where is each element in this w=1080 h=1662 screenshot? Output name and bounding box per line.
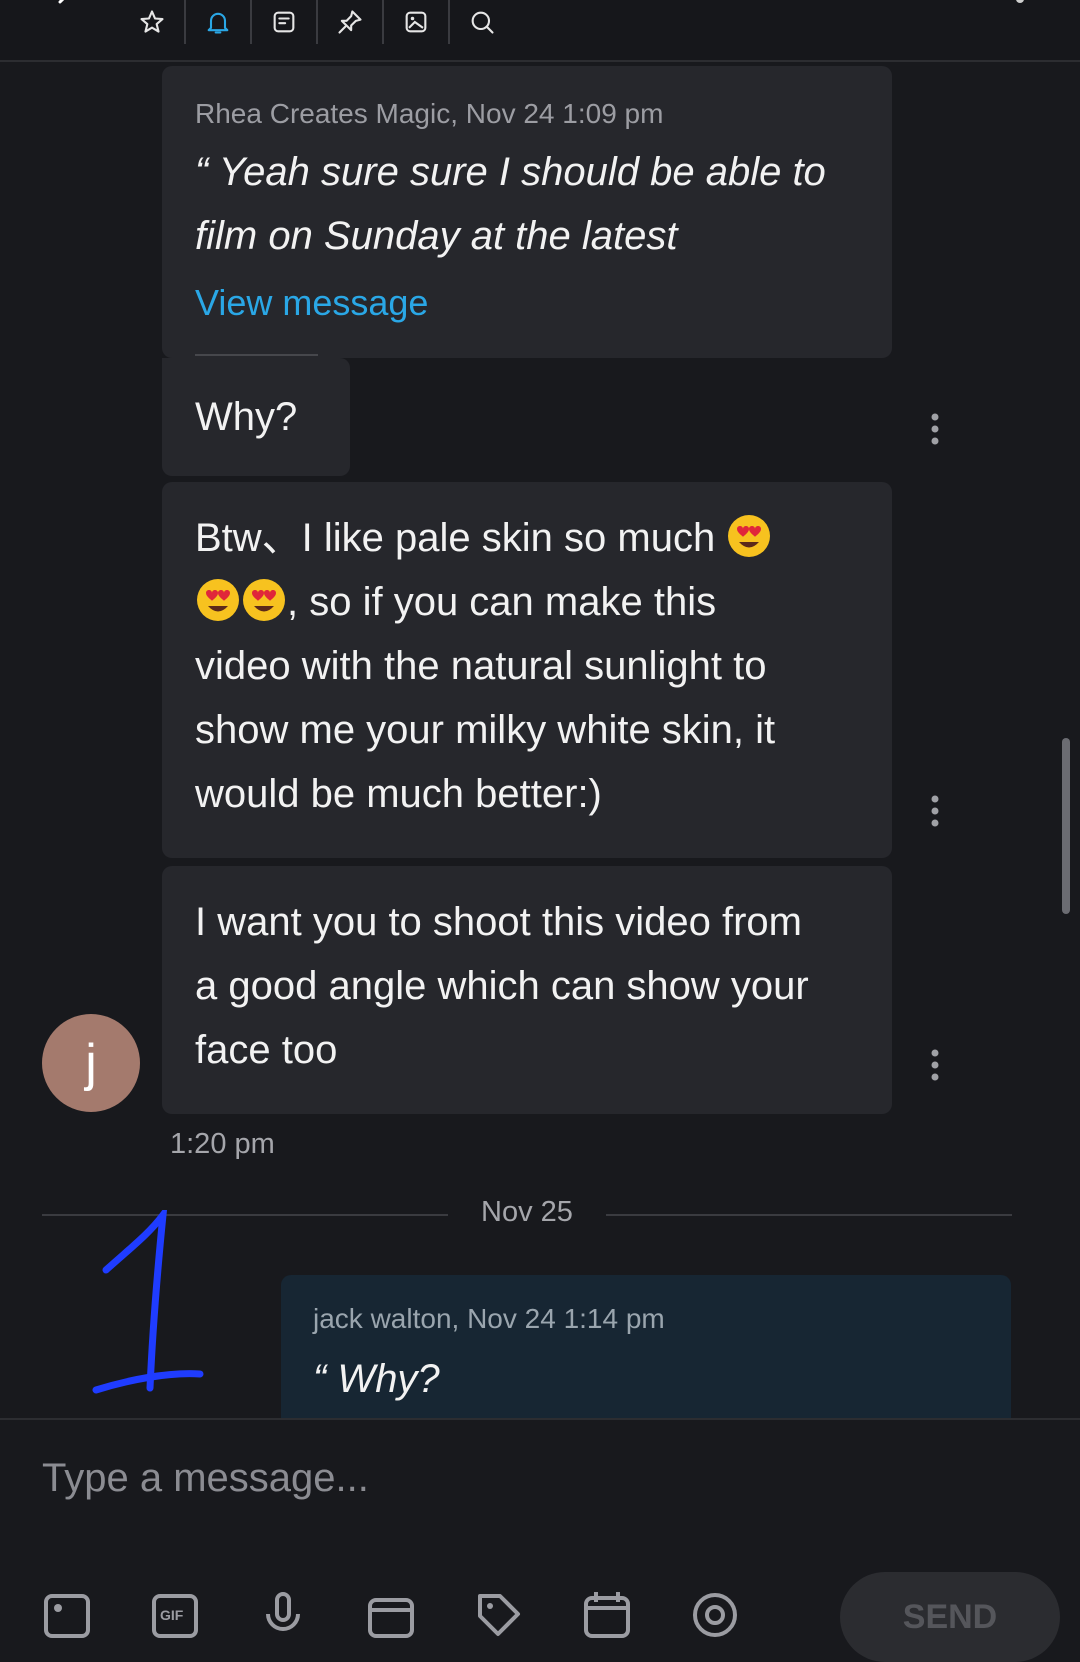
message-text-line: face too: [195, 1028, 338, 1072]
date-divider-line: [606, 1214, 1012, 1216]
heart-eyes-emoji-icon: [728, 515, 771, 557]
message-text-fragment: , so if you can make this: [287, 580, 717, 624]
notifications-button[interactable]: [186, 0, 252, 44]
message-text-line: video with the natural sunlight to: [195, 644, 767, 688]
pin-icon: [338, 10, 362, 34]
message-options-icon[interactable]: [930, 1048, 940, 1082]
own-quoted-message-bubble[interactable]: jack walton, Nov 24 1:14 pm “ Why?: [281, 1275, 1011, 1425]
svg-text:GIF: GIF: [160, 1607, 184, 1623]
pin-button[interactable]: [318, 0, 384, 44]
more-icon[interactable]: [1014, 0, 1026, 10]
compose-actions: GIF: [42, 1590, 740, 1640]
date-divider-label: Nov 25: [481, 1196, 573, 1228]
back-icon[interactable]: [54, 0, 78, 14]
conversation-toolbar: [0, 0, 1080, 62]
search-button[interactable]: [450, 0, 514, 44]
image-icon: [405, 11, 427, 33]
quote-text-line: “ Yeah sure sure I should be able to: [195, 150, 826, 194]
tag-icon[interactable]: [474, 1590, 524, 1640]
notes-icon: [273, 11, 295, 33]
calendar-icon[interactable]: [582, 1590, 632, 1640]
handwritten-number-annotation: [92, 1210, 204, 1394]
message-text-line: I want you to shoot this video from: [195, 900, 802, 944]
at-icon[interactable]: [690, 1590, 740, 1640]
media-button[interactable]: [384, 0, 450, 44]
view-message-link[interactable]: View message: [195, 282, 892, 324]
quoted-message-bubble: Rhea Creates Magic, Nov 24 1:09 pm “ Yea…: [162, 66, 892, 358]
scrollbar[interactable]: [1062, 738, 1070, 914]
message-bubble[interactable]: Why?: [162, 358, 350, 476]
message-options-icon[interactable]: [930, 412, 940, 446]
notes-button[interactable]: [252, 0, 318, 44]
send-button[interactable]: SEND: [840, 1572, 1060, 1662]
avatar[interactable]: j: [42, 1014, 140, 1112]
heart-eyes-emoji-icon: [197, 579, 239, 621]
message-text-line: a good angle which can show your: [195, 964, 809, 1008]
quote-text-line: “ Why?: [313, 1357, 440, 1401]
gif-icon[interactable]: GIF: [150, 1590, 200, 1640]
compose-bar: Type a message... GIF SEND: [0, 1418, 1080, 1662]
message-text-line: show me your milky white skin, it: [195, 708, 776, 752]
bell-icon: [207, 12, 229, 34]
message-text-line: Btw、I like pale skin so much: [195, 506, 892, 570]
quote-text-line: film on Sunday at the latest: [195, 214, 678, 258]
message-text: Why?: [195, 395, 298, 439]
quote-author-meta: Rhea Creates Magic, Nov 24 1:09 pm: [195, 98, 664, 129]
message-text-fragment: Btw、I like pale skin so much: [195, 516, 716, 560]
wallet-icon[interactable]: [366, 1590, 416, 1640]
camera-icon[interactable]: [42, 1590, 92, 1640]
quote-author-meta: jack walton, Nov 24 1:14 pm: [313, 1303, 665, 1334]
toolbar-icon-group: [120, 0, 514, 44]
microphone-icon[interactable]: [258, 1590, 308, 1640]
message-timestamp: 1:20 pm: [170, 1128, 275, 1160]
quote-separator: [195, 354, 318, 356]
search-icon: [471, 11, 494, 34]
message-bubble[interactable]: I want you to shoot this video from a go…: [162, 866, 892, 1114]
heart-eyes-emoji-icon: [243, 579, 285, 621]
message-text-line: would be much better:): [195, 772, 602, 816]
star-button[interactable]: [120, 0, 186, 44]
message-options-icon[interactable]: [930, 794, 940, 828]
message-bubble[interactable]: Btw、I like pale skin so much , so if you…: [162, 482, 892, 858]
star-icon: [140, 10, 164, 33]
message-text-line: , so if you can make this: [195, 570, 892, 634]
message-input[interactable]: Type a message...: [42, 1456, 369, 1501]
